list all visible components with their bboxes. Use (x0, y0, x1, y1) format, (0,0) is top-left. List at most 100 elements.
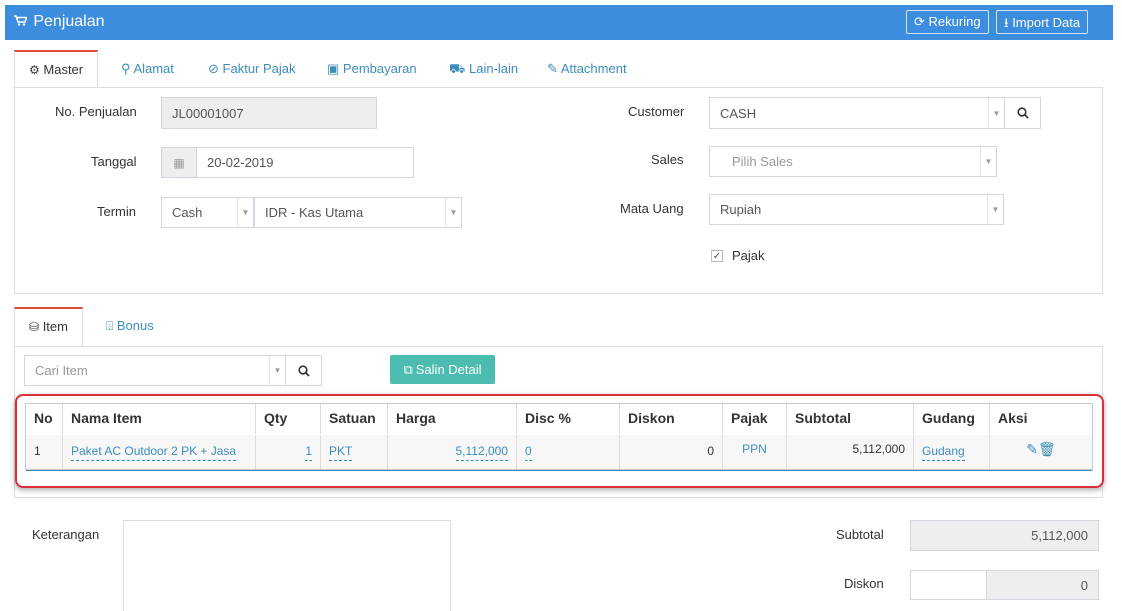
diskon-value: 0 (1080, 577, 1088, 593)
customer-search-button[interactable] (1004, 97, 1041, 129)
cari-item-select[interactable]: Cari Item ▼ (24, 355, 286, 386)
customer-label: Customer (628, 104, 685, 119)
mata-uang-value: Rupiah (720, 202, 762, 217)
customer-select[interactable]: CASH ▼ (709, 97, 1005, 129)
cubes-icon: ⛁ (29, 320, 40, 334)
tab-bonus[interactable]: ⌹ Bonus (106, 307, 154, 345)
chevron-down-icon: ▼ (988, 98, 1004, 128)
pajak-label: Pajak (732, 248, 765, 263)
sales-placeholder: Pilih Sales (732, 154, 793, 169)
termin-select[interactable]: Cash ▼ (161, 197, 254, 228)
import-data-button[interactable]: ⭳ Import Data (996, 10, 1089, 34)
copy-icon: ⧉ (403, 361, 413, 377)
tab-attachment[interactable]: ✎ Attachment (547, 50, 627, 88)
cell-aksi: ✎🗑 (990, 435, 1092, 469)
column-header: Aksi (990, 404, 1092, 434)
cell-harga[interactable]: 5,112,000 (388, 435, 517, 469)
chevron-down-icon: ▼ (980, 147, 996, 176)
table-bottom-border (26, 470, 1092, 471)
tab-lain-lain[interactable]: ⛟ Lain-lain (449, 50, 518, 88)
cell-qty[interactable]: 1 (256, 435, 321, 469)
salin-detail-label: Salin Detail (415, 362, 482, 377)
paperclip-icon: ✎ (547, 61, 558, 76)
pencil-icon[interactable]: ✎ (1026, 441, 1038, 457)
harga-value: 5,112,000 (455, 444, 508, 461)
pajak-checkbox[interactable]: ✓ (711, 250, 723, 262)
search-icon (297, 364, 310, 377)
tab-label: Attachment (560, 61, 627, 76)
cari-item-placeholder: Cari Item (35, 363, 88, 378)
qty-value: 1 (305, 444, 312, 461)
rekuring-button[interactable]: ⟳ Rekuring (906, 10, 989, 34)
column-header: No (26, 404, 63, 434)
tanggal-label: Tanggal (91, 154, 137, 169)
column-header: Qty (256, 404, 321, 434)
cell-disc[interactable]: 0 (517, 435, 620, 469)
tab-alamat[interactable]: ⚲ Alamat (121, 50, 174, 88)
search-icon (1016, 107, 1029, 119)
tab-label: Bonus (116, 318, 154, 333)
sales-select[interactable]: Pilih Sales ▼ (709, 146, 997, 177)
tab-label: Item (42, 319, 68, 334)
truck-icon: ⛟ (449, 61, 466, 76)
rekuring-button-label: Rekuring (928, 14, 981, 29)
cell-satuan[interactable]: PKT (321, 435, 388, 469)
diskon-label: Diskon (844, 576, 884, 591)
cell-subtotal: 5,112,000 (787, 435, 914, 469)
tab-master[interactable]: ⚙ Master (14, 50, 99, 88)
column-header: Satuan (321, 404, 388, 434)
tab-label: Alamat (133, 61, 174, 76)
cart-icon (14, 15, 30, 29)
tab-pembayaran[interactable]: ▣ Pembayaran (327, 50, 417, 88)
column-header: Diskon (620, 404, 723, 434)
cell-nama-item[interactable]: Paket AC Outdoor 2 PK + Jasa (63, 435, 256, 469)
termin-label: Termin (97, 204, 137, 219)
download-icon: ⭳ (1004, 15, 1009, 30)
salin-detail-button[interactable]: ⧉ Salin Detail (390, 355, 495, 384)
termin-value: Cash (172, 205, 203, 220)
chevron-down-icon: ▼ (269, 356, 285, 385)
mata-uang-select[interactable]: Rupiah ▼ (709, 194, 1004, 225)
chevron-down-icon: ▼ (987, 195, 1003, 224)
column-header: Gudang (914, 404, 990, 434)
subtotal-value: 5,112,000 (1031, 528, 1088, 543)
cell-gudang[interactable]: Gudang (914, 435, 990, 469)
cell-diskon: 0 (620, 435, 723, 469)
no-penjualan-field[interactable]: JL00001007 (161, 97, 377, 129)
tanggal-input[interactable]: 20-02-2019 (196, 147, 414, 178)
kas-select[interactable]: IDR - Kas Utama ▼ (254, 197, 462, 228)
check-circle-icon: ⊘ (208, 61, 219, 76)
customer-value: CASH (720, 105, 757, 121)
gudang-value: Gudang (922, 444, 965, 461)
nama-item-value: Paket AC Outdoor 2 PK + Jasa (71, 444, 237, 461)
tab-label: Faktur Pajak (222, 61, 296, 76)
keterangan-textarea[interactable] (123, 520, 451, 611)
refresh-icon: ⟳ (914, 14, 925, 29)
tanggal-value: 20-02-2019 (207, 155, 274, 170)
map-marker-icon: ⚲ (121, 61, 131, 76)
no-penjualan-value: JL00001007 (172, 105, 244, 121)
kas-value: IDR - Kas Utama (265, 205, 364, 220)
tab-faktur-pajak[interactable]: ⊘ Faktur Pajak (208, 50, 296, 88)
gift-icon: ⌹ (106, 319, 114, 333)
page-header: Penjualan ⟳ Rekuring ⭳ Import Data (5, 5, 1113, 40)
item-search-button[interactable] (285, 355, 322, 386)
tab-item[interactable]: ⛁ Item (14, 307, 83, 347)
tab-label: Master (43, 62, 84, 77)
cell-pajak[interactable]: PPN (723, 435, 787, 469)
cell-no: 1 (26, 435, 63, 469)
column-header: Pajak (723, 404, 787, 434)
diskon-percent-input[interactable] (910, 570, 987, 600)
check-icon: ✓ (712, 250, 722, 262)
column-header: Disc % (517, 404, 620, 434)
sales-label: Sales (651, 152, 684, 167)
cogs-icon: ⚙ (29, 63, 40, 77)
tab-label: Lain-lain (468, 61, 519, 76)
column-header: Subtotal (787, 404, 914, 434)
chevron-down-icon: ▼ (237, 198, 253, 227)
money-icon: ▣ (327, 61, 340, 76)
column-header: Harga (388, 404, 517, 434)
calendar-addon[interactable]: ▦ (161, 147, 197, 178)
trash-icon[interactable]: 🗑 (1038, 441, 1056, 457)
import-data-button-label: Import Data (1012, 15, 1081, 30)
